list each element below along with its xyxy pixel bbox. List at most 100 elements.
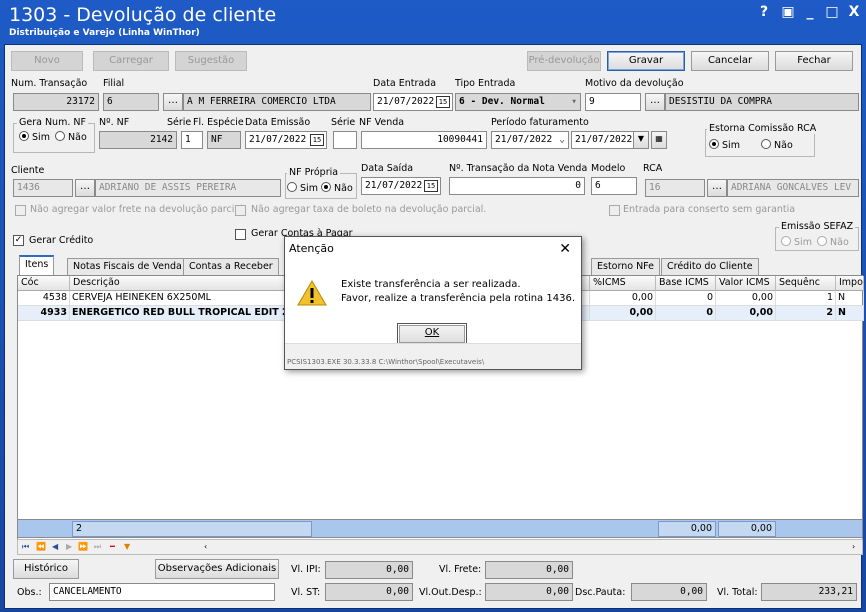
gera-sim-radio[interactable]: Sim	[19, 131, 50, 143]
gera-nao-radio[interactable]: Não	[55, 131, 87, 143]
scroll-right-icon[interactable]: ›	[852, 540, 855, 554]
row-icms[interactable]: 0,00	[590, 306, 656, 321]
obs-field[interactable]: CANCELAMENTO	[49, 583, 275, 601]
filter-icon[interactable]: ▼	[124, 540, 130, 554]
tipo-entrada-select[interactable]: 6 - Dev. Normal ▾	[455, 93, 581, 111]
sugestao-button[interactable]: Sugestão	[175, 51, 247, 71]
col-header-codigo[interactable]: Cóc	[18, 276, 70, 291]
calendar-icon[interactable]: ▦	[651, 131, 667, 149]
col-header-sequencia[interactable]: Sequênc	[776, 276, 836, 291]
rca-search-button[interactable]: …	[707, 179, 727, 197]
prev-record-icon[interactable]: ◀	[52, 540, 58, 554]
col-header-imposto[interactable]: Impo	[836, 276, 864, 291]
row-valor[interactable]: 0,00	[716, 291, 776, 306]
nf-venda-label: NF Venda	[359, 117, 405, 128]
row-imp[interactable]: N	[836, 291, 864, 306]
row-valor[interactable]: 0,00	[716, 306, 776, 321]
calendar-icon[interactable]: 15	[310, 134, 324, 146]
motivo-code-field[interactable]: 9	[585, 93, 641, 111]
last-record-icon[interactable]: ⏭	[94, 540, 101, 554]
num-nf-field[interactable]: 2142	[99, 131, 177, 149]
row-base[interactable]: 0	[656, 306, 716, 321]
nao-agregar-boleto-checkbox[interactable]	[235, 205, 246, 216]
cliente-search-button[interactable]: …	[75, 179, 95, 197]
data-entrada-field[interactable]: 21/07/2022 15	[373, 93, 453, 111]
periodo-inicio-value: 21/07/2022	[495, 134, 553, 145]
nf-propria-label: NF Própria	[287, 167, 341, 178]
tab-itens[interactable]: Itens	[19, 255, 55, 276]
tab-notas-fiscais[interactable]: Notas Fiscais de Venda	[67, 258, 188, 276]
historico-button[interactable]: Histórico	[13, 559, 79, 579]
tab-credito-cliente[interactable]: Crédito do Cliente	[661, 258, 759, 276]
observacoes-button[interactable]: Observações Adicionais	[155, 559, 279, 579]
table-row[interactable]: 4933	[18, 306, 70, 321]
num-transacao-field[interactable]: 23172	[13, 93, 99, 111]
row-imp[interactable]: N	[836, 306, 864, 321]
data-saida-field[interactable]: 21/07/2022 15	[361, 177, 441, 195]
transacao-venda-field[interactable]: 0	[449, 177, 585, 195]
especie-field[interactable]: NF	[207, 131, 241, 149]
nf-venda-field[interactable]: 10090441	[361, 131, 487, 149]
cancelar-button[interactable]: Cancelar	[691, 51, 769, 71]
tipo-entrada-label: Tipo Entrada	[455, 78, 516, 89]
gravar-button[interactable]: Gravar	[607, 51, 685, 71]
prev-page-icon[interactable]: ⏪	[36, 540, 46, 554]
row-base[interactable]: 0	[656, 291, 716, 306]
ok-button[interactable]: OK	[397, 323, 467, 345]
serie-field[interactable]: 1	[181, 131, 203, 149]
gerar-credito-checkbox[interactable]: ✓	[13, 235, 24, 246]
cliente-name-field: ADRIANO DE ASSIS PEREIRA	[95, 179, 281, 197]
row-seq[interactable]: 1	[776, 291, 836, 306]
first-record-icon[interactable]: ⏮	[22, 540, 29, 554]
row-icms[interactable]: 0,00	[590, 291, 656, 306]
delete-record-icon[interactable]: ━	[110, 540, 115, 554]
motivo-search-button[interactable]: …	[645, 93, 665, 111]
close-button[interactable]: X	[844, 4, 864, 20]
tab-estorno-nfe[interactable]: Estorno NFe	[591, 258, 660, 276]
radio-on-icon	[709, 139, 719, 149]
nf-sim-radio[interactable]: Sim	[287, 182, 318, 194]
estorna-sim-radio[interactable]: Sim	[709, 139, 740, 151]
nf-nao-radio[interactable]: Não	[321, 182, 353, 194]
help-button[interactable]: ?	[754, 4, 774, 20]
sefaz-sim-radio[interactable]: Sim	[781, 236, 812, 248]
calendar-icon[interactable]: 15	[436, 96, 450, 108]
carregar-button[interactable]: Carregar	[93, 51, 169, 71]
minimize-button[interactable]: _	[800, 4, 820, 20]
modelo-field[interactable]: 6	[591, 177, 637, 195]
col-header-base-icms[interactable]: Base ICMS	[656, 276, 716, 291]
close-icon[interactable]: ✕	[559, 237, 571, 261]
dialog-status-bar: PCSIS1303.EXE 30.3.33.8 C:\Winthor\Spool…	[285, 343, 581, 369]
tab-contas-receber[interactable]: Contas a Receber	[183, 258, 279, 276]
next-page-icon[interactable]: ⏩	[78, 540, 88, 554]
novo-button[interactable]: Novo	[11, 51, 83, 71]
col-header-icms[interactable]: %ICMS	[590, 276, 656, 291]
vl-ipi-field: 0,00	[325, 561, 413, 579]
periodo-inicio-field[interactable]: 21/07/2022 ⌄	[491, 131, 569, 149]
restore-icon[interactable]: ▣	[778, 4, 798, 20]
entrada-conserto-checkbox[interactable]	[609, 205, 620, 216]
nao-agregar-boleto-label: Não agregar taxa de boleto na devolução …	[251, 204, 487, 215]
estorna-nao-radio[interactable]: Não	[761, 139, 793, 151]
maximize-button[interactable]: □	[822, 4, 842, 20]
filial-field[interactable]: 6	[103, 93, 159, 111]
window-title: 1303 - Devolução de cliente	[9, 4, 277, 26]
gerar-contas-checkbox[interactable]	[235, 229, 246, 240]
calendar-icon[interactable]: 15	[424, 180, 438, 192]
grid-navigator[interactable]: ⏮ ⏪ ◀ ▶ ⏩ ⏭ ━ ▼ ‹ ›	[17, 539, 863, 555]
col-header-valor-icms[interactable]: Valor ICMS	[716, 276, 776, 291]
rca-code-field[interactable]: 16	[645, 179, 705, 197]
filial-search-button[interactable]: …	[163, 93, 183, 111]
next-record-icon[interactable]: ▶	[66, 540, 72, 554]
row-seq[interactable]: 2	[776, 306, 836, 321]
data-emissao-field[interactable]: 21/07/2022 15	[245, 131, 327, 149]
periodo-dropdown-icon[interactable]: ▼	[633, 131, 649, 149]
fechar-button[interactable]: Fechar	[775, 51, 853, 71]
nao-agregar-frete-checkbox[interactable]	[15, 205, 26, 216]
cliente-code-field[interactable]: 1436	[13, 179, 73, 197]
sefaz-nao-radio[interactable]: Não	[817, 236, 849, 248]
scroll-left-icon[interactable]: ‹	[204, 540, 207, 554]
pre-devolucao-button[interactable]: Pré-devolução	[527, 51, 601, 71]
table-row[interactable]: 4538	[18, 291, 70, 306]
serie2-field[interactable]	[333, 131, 357, 149]
